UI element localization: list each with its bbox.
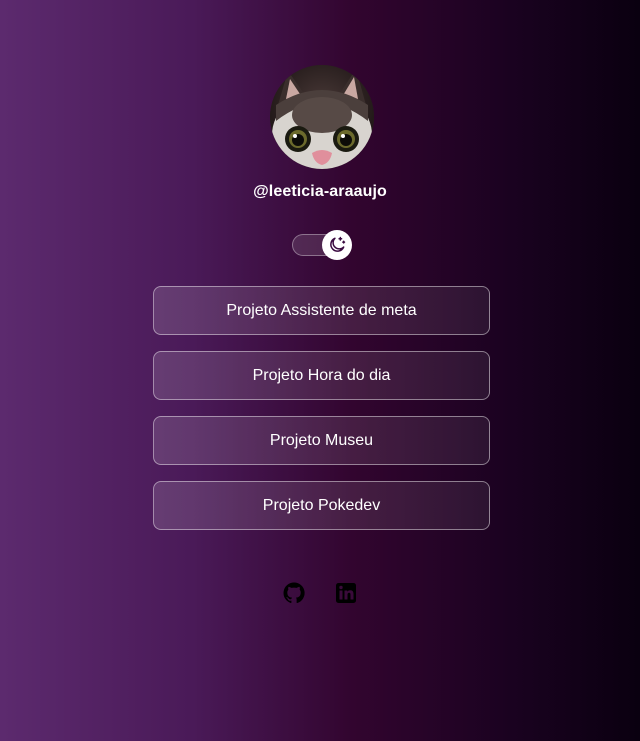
theme-toggle[interactable] — [292, 230, 352, 260]
profile-username: @leeticia-araaujo — [253, 183, 387, 200]
link-hora-do-dia[interactable]: Projeto Hora do dia — [153, 351, 490, 400]
profile-avatar — [270, 65, 374, 169]
linkedin-icon — [336, 583, 356, 603]
moon-stars-icon — [330, 236, 346, 252]
project-links: Projeto Assistente de meta Projeto Hora … — [153, 286, 490, 546]
social-links — [0, 581, 640, 605]
linkedin-link[interactable] — [334, 581, 358, 605]
cat-avatar-image — [270, 65, 374, 169]
github-icon — [283, 582, 305, 604]
github-link[interactable] — [282, 581, 306, 605]
link-pokedev[interactable]: Projeto Pokedev — [153, 481, 490, 530]
link-assistente-de-meta[interactable]: Projeto Assistente de meta — [153, 286, 490, 335]
page-container: @leeticia-araaujo Projeto Assistente de … — [0, 0, 640, 741]
link-museu[interactable]: Projeto Museu — [153, 416, 490, 465]
toggle-knob[interactable] — [322, 230, 352, 260]
